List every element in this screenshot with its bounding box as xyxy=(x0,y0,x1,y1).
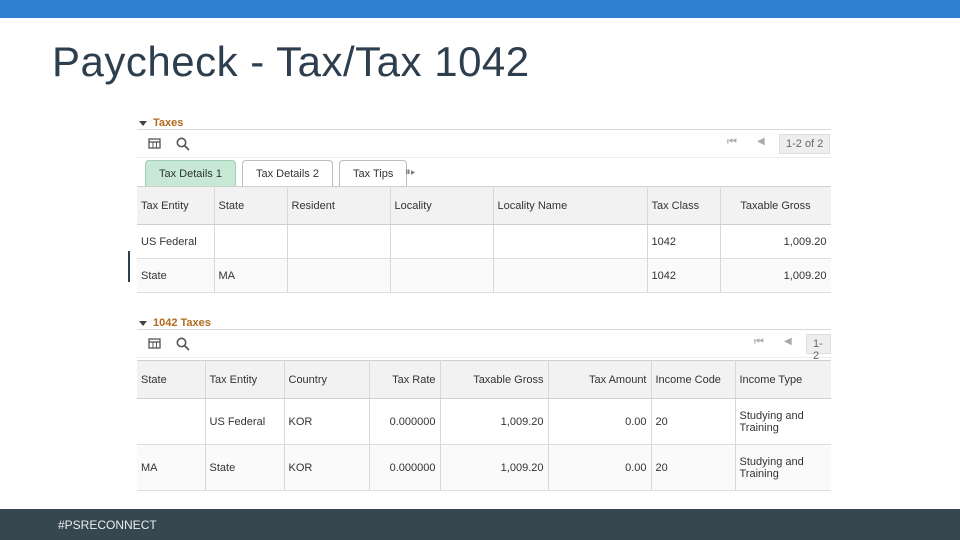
table-row: MA State KOR 0.000000 1,009.20 0.00 20 S… xyxy=(137,444,831,491)
column-header[interactable]: Income Type xyxy=(735,360,831,399)
column-header[interactable]: Country xyxy=(284,360,370,399)
cell-income-type: Studying and Training xyxy=(735,398,831,445)
cell-tax-entity: US Federal xyxy=(205,398,285,445)
table-row: State MA 1042 1,009.20 xyxy=(137,258,831,293)
column-header[interactable]: Resident xyxy=(287,186,391,225)
cell-taxable-gross: 1,009.20 xyxy=(720,224,831,259)
footer-bar: #PSRECONNECT xyxy=(0,509,960,540)
cell-tax-class: 1042 xyxy=(647,224,721,259)
search-icon[interactable] xyxy=(175,136,191,152)
column-header[interactable]: Income Code xyxy=(651,360,736,399)
cell-country: KOR xyxy=(284,398,370,445)
personalize-grid-icon[interactable] xyxy=(147,136,163,152)
cell-state: MA xyxy=(137,444,206,491)
column-header[interactable]: State xyxy=(214,186,288,225)
cell-taxable-gross: 1,009.20 xyxy=(720,258,831,293)
slide-title: Paycheck - Tax/Tax 1042 xyxy=(52,38,530,85)
cell-tax-entity: State xyxy=(205,444,285,491)
cell-taxable-gross: 1,009.20 xyxy=(440,444,549,491)
cell-tax-rate: 0.000000 xyxy=(369,398,441,445)
column-header[interactable]: Tax Entity xyxy=(205,360,285,399)
cell-tax-amount: 0.00 xyxy=(548,444,652,491)
cell-income-code: 20 xyxy=(651,398,736,445)
taxes-1042-section-title: 1042 Taxes xyxy=(153,317,211,329)
row-marker xyxy=(128,251,130,282)
search-icon[interactable] xyxy=(175,336,191,352)
cell-locality-name xyxy=(493,224,648,259)
taxes-grid-toolbar: ⏮ ◀ 1-2 of 2 xyxy=(137,129,831,158)
column-header[interactable]: Tax Rate xyxy=(369,360,441,399)
table-row: US Federal 1042 1,009.20 xyxy=(137,224,831,259)
cell-locality-name xyxy=(493,258,648,293)
column-header[interactable]: Tax Class xyxy=(647,186,721,225)
cell-income-type: Studying and Training xyxy=(735,444,831,491)
top-accent-bar xyxy=(0,0,960,18)
cell-state: MA xyxy=(214,258,288,293)
row-count: 1-2 of 2 xyxy=(779,134,831,154)
row-count: 1-2 of 2 xyxy=(806,334,831,386)
cell-state xyxy=(137,398,206,445)
taxes-1042-grid: State Tax Entity Country Tax Rate Taxabl… xyxy=(137,360,831,491)
cell-income-code: 20 xyxy=(651,444,736,491)
cell-resident xyxy=(287,224,391,259)
column-header[interactable]: Tax Amount xyxy=(548,360,652,399)
column-header[interactable]: Locality Name xyxy=(493,186,648,225)
grid-header-row: Tax Entity State Resident Locality Local… xyxy=(137,186,831,225)
collapse-caret-icon[interactable] xyxy=(139,120,147,126)
taxes-1042-panel: 1042 Taxes ⏮ ◀ 1-2 of 2 State Tax Entity… xyxy=(137,312,831,498)
previous-page-icon[interactable]: ◀ xyxy=(757,136,765,147)
cell-tax-class: 1042 xyxy=(647,258,721,293)
cell-tax-entity: State xyxy=(137,258,215,293)
cell-resident xyxy=(287,258,391,293)
cell-locality xyxy=(390,224,494,259)
column-header[interactable]: Taxable Gross xyxy=(440,360,549,399)
tab-tax-details-1[interactable]: Tax Details 1 xyxy=(145,160,236,186)
table-row: US Federal KOR 0.000000 1,009.20 0.00 20… xyxy=(137,398,831,445)
taxes-grid: Tax Entity State Resident Locality Local… xyxy=(137,186,831,293)
column-header[interactable]: Taxable Gross xyxy=(720,186,831,225)
column-header[interactable]: Locality xyxy=(390,186,494,225)
first-page-icon[interactable]: ⏮ xyxy=(727,136,737,149)
show-all-columns-icon[interactable]: ⏸▸ xyxy=(405,166,415,179)
cell-state xyxy=(214,224,288,259)
tab-tax-tips[interactable]: Tax Tips xyxy=(338,160,408,186)
footer-hashtag: #PSRECONNECT xyxy=(58,518,157,532)
cell-tax-rate: 0.000000 xyxy=(369,444,441,491)
grid-header-row: State Tax Entity Country Tax Rate Taxabl… xyxy=(137,360,831,399)
first-page-icon[interactable]: ⏮ xyxy=(754,336,764,349)
taxes-panel: Taxes ⏮ ◀ 1-2 of 2 Tax Details 1 Tax Det… xyxy=(137,112,831,298)
taxes-tab-strip: Tax Details 1 Tax Details 2 Tax Tips xyxy=(145,160,408,186)
cell-country: KOR xyxy=(284,444,370,491)
cell-tax-entity: US Federal xyxy=(137,224,215,259)
column-header[interactable]: State xyxy=(137,360,206,399)
cell-locality xyxy=(390,258,494,293)
column-header[interactable]: Tax Entity xyxy=(137,186,215,225)
collapse-caret-icon[interactable] xyxy=(139,320,147,326)
tab-tax-details-2[interactable]: Tax Details 2 xyxy=(241,160,333,186)
taxes-1042-grid-toolbar: ⏮ ◀ 1-2 of 2 xyxy=(137,329,831,386)
personalize-grid-icon[interactable] xyxy=(147,336,163,352)
cell-tax-amount: 0.00 xyxy=(548,398,652,445)
cell-taxable-gross: 1,009.20 xyxy=(440,398,549,445)
previous-page-icon[interactable]: ◀ xyxy=(784,336,792,347)
taxes-section-title: Taxes xyxy=(153,117,184,129)
